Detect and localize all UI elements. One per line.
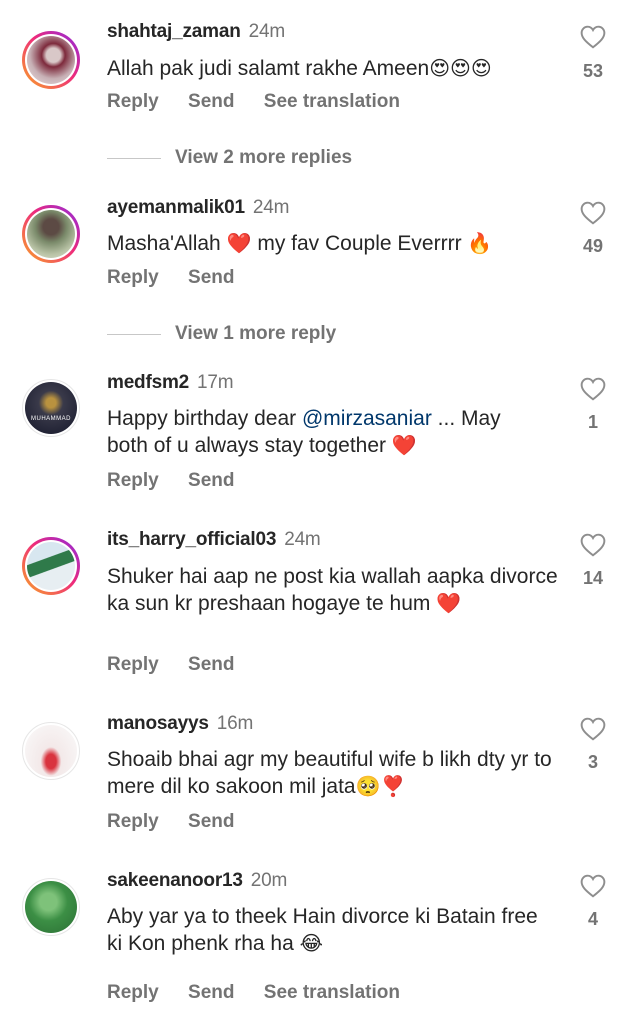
- comment-username[interactable]: sakeenanoor13 20m: [107, 870, 287, 892]
- reply-button[interactable]: Reply: [107, 982, 159, 1003]
- send-button[interactable]: Send: [188, 982, 234, 1003]
- comment-time: 20m: [250, 870, 288, 891]
- heart-outline-icon[interactable]: [580, 874, 606, 898]
- comment-actions: Reply Send See translation: [107, 982, 424, 1004]
- avatar[interactable]: [22, 878, 80, 936]
- see-translation-button[interactable]: See translation: [264, 982, 400, 1003]
- emoji-text: 😂: [299, 933, 324, 955]
- like-count: 4: [587, 909, 598, 929]
- comment-text: Aby yar ya to theek Hain divorce ki Bata…: [107, 905, 538, 955]
- comment-item: sakeenanoor13 20m Aby yar ya to theek Hai…: [0, 0, 642, 1024]
